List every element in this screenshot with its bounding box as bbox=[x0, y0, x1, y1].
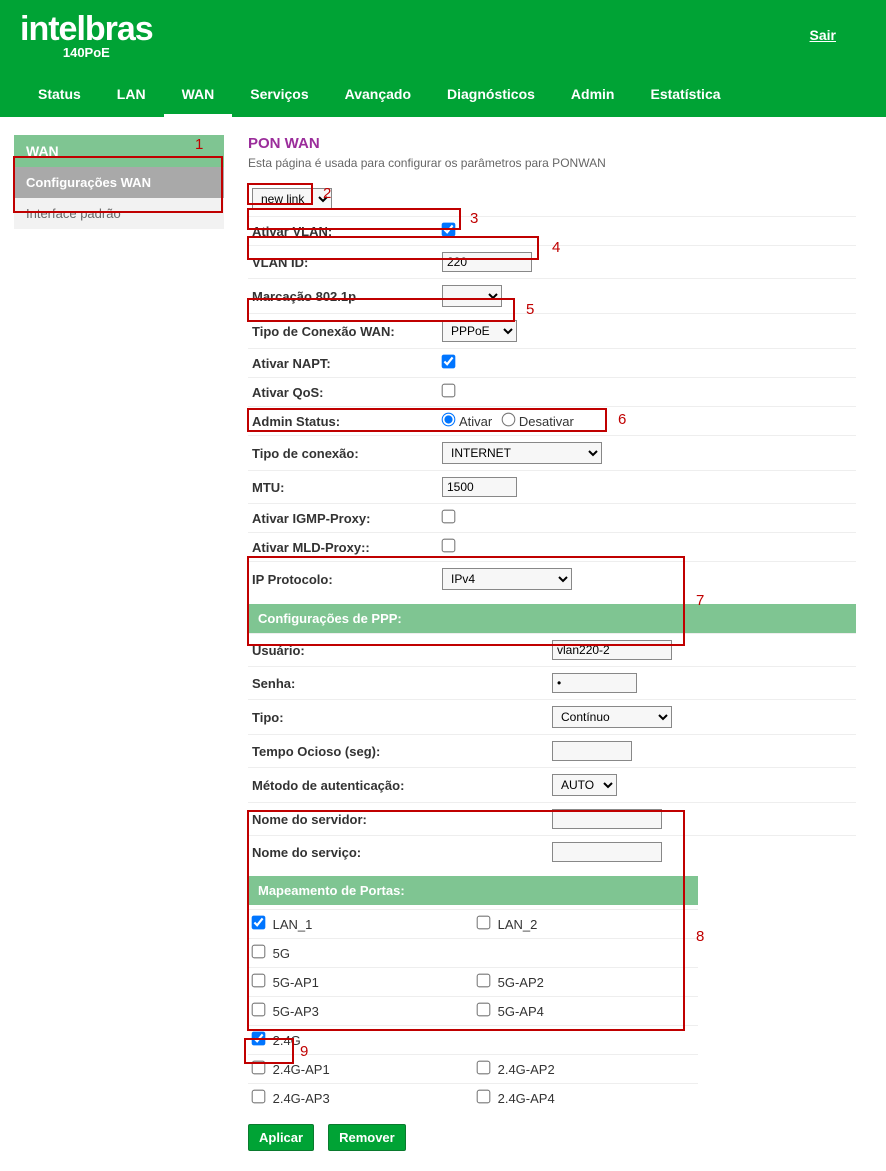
marking-label: Marcação 802.1p bbox=[252, 289, 442, 304]
port-checkbox-2.4G[interactable]: 2.4G bbox=[252, 1033, 301, 1048]
nav-item-admin[interactable]: Admin bbox=[553, 74, 633, 117]
wan-conn-type-label: Tipo de Conexão WAN: bbox=[252, 324, 442, 339]
sidebar-item[interactable]: Interface padrão bbox=[14, 198, 224, 229]
page-title: PON WAN bbox=[248, 135, 856, 152]
port-checkbox-LAN_2[interactable]: LAN_2 bbox=[477, 917, 537, 932]
sidebar-head: WAN bbox=[14, 135, 224, 167]
vlan-id-input[interactable] bbox=[442, 252, 532, 272]
ppp-pass-input[interactable] bbox=[552, 673, 637, 693]
logout-link[interactable]: Sair bbox=[810, 27, 836, 43]
nav-item-diagnósticos[interactable]: Diagnósticos bbox=[429, 74, 553, 117]
mld-checkbox[interactable] bbox=[442, 539, 456, 553]
nav-item-wan[interactable]: WAN bbox=[164, 74, 233, 117]
nav-item-avançado[interactable]: Avançado bbox=[327, 74, 429, 117]
annotation-6: 6 bbox=[618, 411, 626, 428]
main-nav: StatusLANWANServiçosAvançadoDiagnósticos… bbox=[20, 68, 866, 117]
ppp-user-input[interactable] bbox=[552, 640, 672, 660]
annotation-5: 5 bbox=[526, 301, 534, 318]
port-checkbox-2.4G-AP1[interactable]: 2.4G-AP1 bbox=[252, 1062, 330, 1077]
port-checkbox-5G-AP2[interactable]: 5G-AP2 bbox=[477, 975, 544, 990]
port-checkbox-5G-AP1[interactable]: 5G-AP1 bbox=[252, 975, 319, 990]
ppp-idle-label: Tempo Ocioso (seg): bbox=[252, 744, 552, 759]
ppp-service-name-input[interactable] bbox=[552, 842, 662, 862]
annotation-4: 4 bbox=[552, 239, 560, 256]
qos-checkbox[interactable] bbox=[442, 384, 456, 398]
qos-label: Ativar QoS: bbox=[252, 385, 442, 400]
nav-item-lan[interactable]: LAN bbox=[99, 74, 164, 117]
port-checkbox-5G-AP4[interactable]: 5G-AP4 bbox=[477, 1004, 544, 1019]
sidebar-item[interactable]: Configurações WAN bbox=[14, 167, 224, 198]
port-checkbox-2.4G-AP2[interactable]: 2.4G-AP2 bbox=[477, 1062, 555, 1077]
ppp-auth-select[interactable]: AUTO bbox=[552, 774, 617, 796]
port-checkbox-2.4G-AP3[interactable]: 2.4G-AP3 bbox=[252, 1091, 330, 1106]
port-checkbox-LAN_1[interactable]: LAN_1 bbox=[252, 917, 312, 932]
mtu-input[interactable] bbox=[442, 477, 517, 497]
page-desc: Esta página é usada para configurar os p… bbox=[248, 156, 856, 170]
brand-block: intelbras 140PoE bbox=[20, 10, 153, 60]
ports-table: LAN_1 LAN_2 5G 5G-AP1 5G-AP2 5G-AP3 5G-A… bbox=[248, 909, 698, 1112]
nav-item-serviços[interactable]: Serviços bbox=[232, 74, 326, 117]
brand-logo: intelbras bbox=[20, 10, 153, 49]
nav-item-estatística[interactable]: Estatística bbox=[632, 74, 738, 117]
admin-status-label: Admin Status: bbox=[252, 414, 442, 429]
port-checkbox-5G-AP3[interactable]: 5G-AP3 bbox=[252, 1004, 319, 1019]
admin-status-enable[interactable]: Ativar bbox=[442, 414, 492, 429]
annotation-2: 2 bbox=[323, 185, 331, 202]
main-content: PON WAN Esta página é usada para configu… bbox=[224, 117, 886, 1171]
ip-proto-select[interactable]: IPv4 bbox=[442, 568, 572, 590]
ppp-user-label: Usuário: bbox=[252, 643, 552, 658]
port-checkbox-5G[interactable]: 5G bbox=[252, 946, 290, 961]
ppp-type-label: Tipo: bbox=[252, 710, 552, 725]
vlan-id-label: VLAN ID: bbox=[252, 255, 442, 270]
conn-type-label: Tipo de conexão: bbox=[252, 446, 442, 461]
annotation-8: 8 bbox=[696, 928, 704, 945]
conn-type-select[interactable]: INTERNET bbox=[442, 442, 602, 464]
igmp-label: Ativar IGMP-Proxy: bbox=[252, 511, 442, 526]
ppp-service-name-label: Nome do serviço: bbox=[252, 845, 552, 860]
napt-checkbox[interactable] bbox=[442, 355, 456, 369]
marking-select[interactable] bbox=[442, 285, 502, 307]
sidebar: WAN Configurações WANInterface padrão bbox=[14, 135, 224, 229]
ppp-auth-label: Método de autenticação: bbox=[252, 778, 552, 793]
enable-vlan-label: Ativar VLAN: bbox=[252, 224, 442, 239]
igmp-checkbox[interactable] bbox=[442, 510, 456, 524]
ppp-section-head: Configurações de PPP: bbox=[248, 604, 856, 633]
annotation-1: 1 bbox=[195, 136, 203, 153]
ppp-type-select[interactable]: Contínuo bbox=[552, 706, 672, 728]
link-select[interactable]: new link bbox=[252, 188, 332, 210]
ppp-server-name-label: Nome do servidor: bbox=[252, 812, 552, 827]
ppp-idle-input[interactable] bbox=[552, 741, 632, 761]
mld-label: Ativar MLD-Proxy:: bbox=[252, 540, 442, 555]
annotation-3: 3 bbox=[470, 210, 478, 227]
ip-proto-label: IP Protocolo: bbox=[252, 572, 442, 587]
enable-vlan-checkbox[interactable] bbox=[442, 223, 456, 237]
mtu-label: MTU: bbox=[252, 480, 442, 495]
apply-button[interactable]: Aplicar bbox=[248, 1124, 314, 1151]
port-checkbox-2.4G-AP4[interactable]: 2.4G-AP4 bbox=[477, 1091, 555, 1106]
annotation-7: 7 bbox=[696, 592, 704, 609]
napt-label: Ativar NAPT: bbox=[252, 356, 442, 371]
model-label: 140PoE bbox=[63, 45, 110, 60]
wan-conn-type-select[interactable]: PPPoE bbox=[442, 320, 517, 342]
app-header: intelbras 140PoE Sair StatusLANWANServiç… bbox=[0, 0, 886, 117]
admin-status-disable[interactable]: Desativar bbox=[502, 414, 574, 429]
ports-section-head: Mapeamento de Portas: bbox=[248, 876, 698, 905]
nav-item-status[interactable]: Status bbox=[20, 74, 99, 117]
ppp-server-name-input[interactable] bbox=[552, 809, 662, 829]
annotation-9: 9 bbox=[300, 1043, 308, 1060]
ppp-pass-label: Senha: bbox=[252, 676, 552, 691]
remove-button[interactable]: Remover bbox=[328, 1124, 406, 1151]
